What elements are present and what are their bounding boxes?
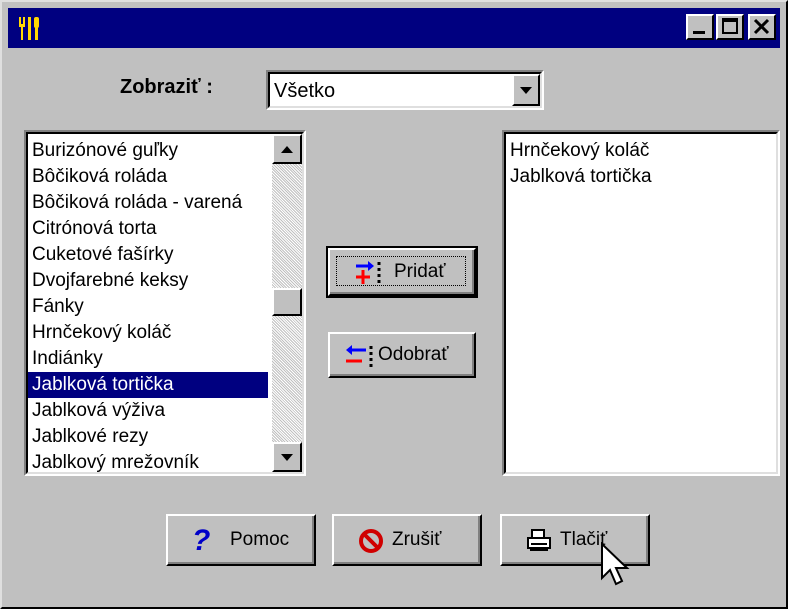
help-button-label: Pomoc (230, 529, 290, 550)
help-button[interactable]: ? Pomoc (166, 514, 316, 566)
add-button-label: Pridať (394, 261, 446, 282)
list-item[interactable]: Burizónové guľky (28, 138, 268, 164)
close-button[interactable] (748, 14, 776, 40)
add-button[interactable]: Pridať (326, 246, 478, 298)
dialog-window: Zobraziť : Všetko Burizónové guľky Bôčiko… (0, 0, 788, 609)
minimize-button[interactable] (686, 14, 714, 40)
list-item[interactable]: Hrnčekový koláč (28, 320, 268, 346)
printer-icon (527, 529, 551, 551)
list-item[interactable]: Bôčiková roláda (28, 164, 268, 190)
maximize-icon (722, 18, 738, 34)
chevron-down-icon (520, 87, 532, 94)
scroll-down-button[interactable] (272, 442, 302, 472)
add-arrow-icon (356, 261, 381, 284)
title-bar[interactable] (8, 8, 780, 48)
list-item[interactable]: Indiánky (28, 346, 268, 372)
filter-dropdown[interactable]: Všetko (266, 70, 544, 110)
filter-label: Zobraziť : (120, 76, 213, 98)
remove-button[interactable]: Odobrať (328, 332, 476, 378)
no-entry-icon (359, 529, 383, 553)
list-item[interactable]: Fánky (28, 294, 268, 320)
arrow-down-icon (281, 454, 293, 461)
remove-button-label: Odobrať (378, 344, 449, 365)
selected-list[interactable]: Hrnčekový koláč Jablková tortička (502, 130, 780, 476)
list-item[interactable]: Hrnčekový koláč (506, 138, 776, 164)
remove-arrow-icon (346, 345, 373, 368)
list-item[interactable]: Dvojfarebné keksy (28, 268, 268, 294)
list-item[interactable]: Cuketové fašírky (28, 242, 268, 268)
question-mark-icon: ? (192, 524, 211, 557)
available-list-scrollbar[interactable] (272, 134, 302, 472)
cancel-button[interactable]: Zrušiť (332, 514, 482, 566)
scroll-up-button[interactable] (272, 134, 302, 164)
close-icon (753, 18, 770, 35)
list-item[interactable]: Bôčiková roláda - varená (28, 190, 268, 216)
list-item[interactable]: Jablková tortička (506, 164, 776, 190)
scroll-thumb[interactable] (272, 288, 302, 316)
list-item[interactable]: Citrónová torta (28, 216, 268, 242)
minimize-icon (693, 31, 705, 34)
cancel-button-label: Zrušiť (392, 529, 442, 550)
list-item[interactable]: Jablkový mrežovník (28, 450, 268, 472)
dropdown-button[interactable] (512, 74, 540, 106)
fork-knife-icon[interactable] (16, 14, 44, 42)
mouse-pointer-icon (601, 542, 630, 586)
list-item[interactable]: Jablková tortička (28, 372, 268, 398)
list-item[interactable]: Jablkové rezy (28, 424, 268, 450)
list-item[interactable]: Jablková výživa (28, 398, 268, 424)
filter-dropdown-value: Všetko (274, 80, 336, 102)
arrow-up-icon (281, 146, 293, 153)
available-list[interactable]: Burizónové guľky Bôčiková roláda Bôčiková … (24, 130, 306, 476)
maximize-button[interactable] (716, 14, 744, 40)
